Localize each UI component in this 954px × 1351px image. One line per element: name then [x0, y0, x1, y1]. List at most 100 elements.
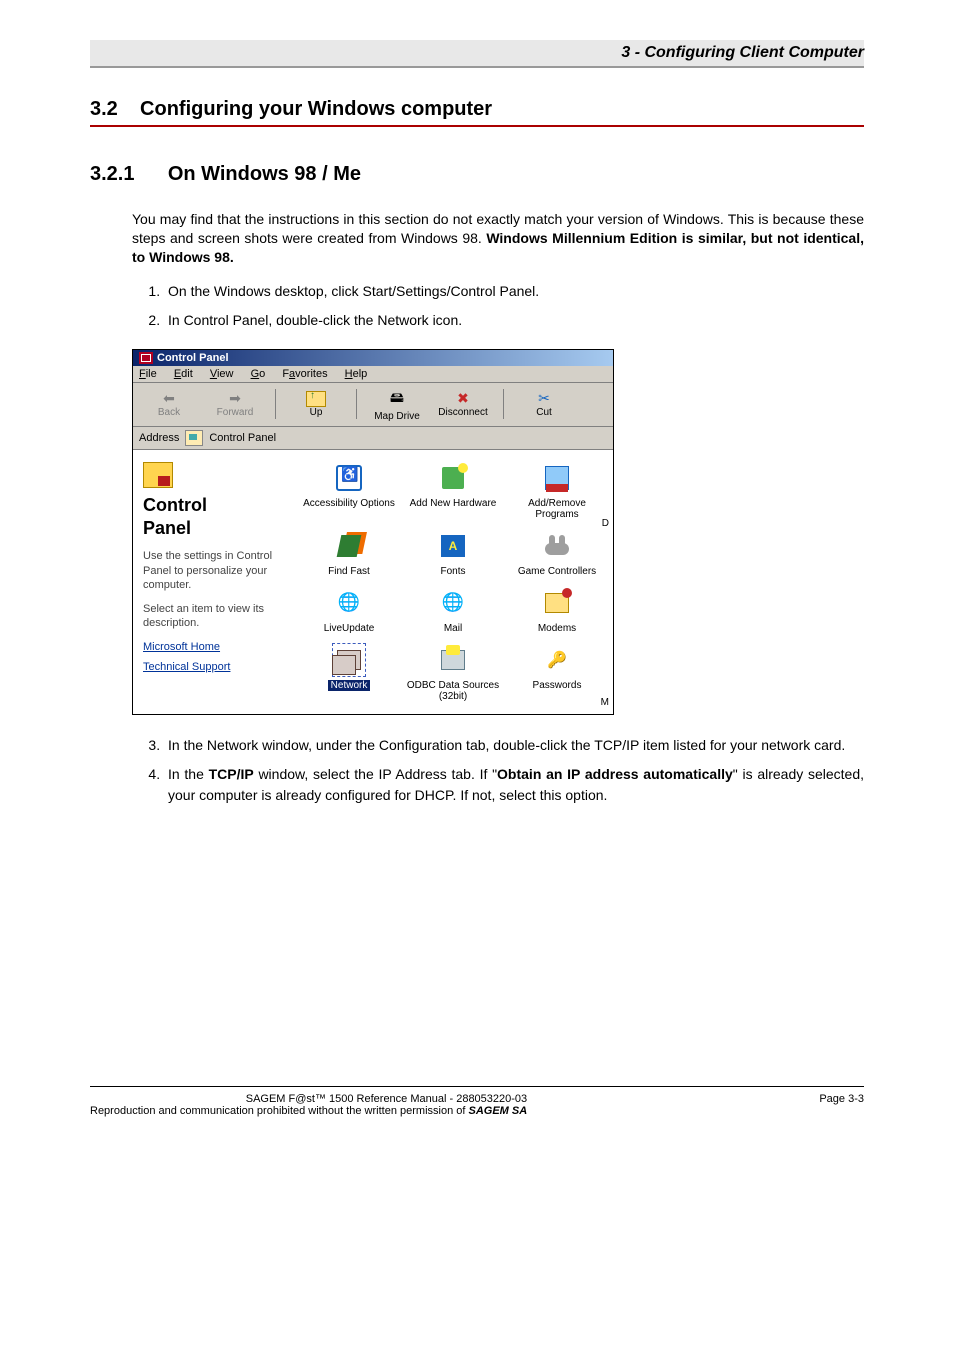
item-fonts[interactable]: A Fonts [403, 528, 503, 579]
item-label: Add New Hardware [410, 498, 497, 509]
back-button[interactable]: ⬅ Back [139, 390, 199, 418]
titlebar-text: Control Panel [157, 352, 229, 364]
item-label: Passwords [533, 680, 582, 691]
link-technical-support[interactable]: Technical Support [143, 661, 283, 673]
intro-paragraph: You may find that the instructions in th… [90, 210, 864, 267]
mail-icon [441, 592, 465, 614]
link-microsoft-home[interactable]: Microsoft Home [143, 641, 283, 653]
left-pane: Control Panel Use the settings in Contro… [133, 450, 293, 714]
disconnect-button[interactable]: ✖ Disconnect [433, 390, 493, 418]
titlebar[interactable]: Control Panel [133, 350, 613, 366]
menu-favorites[interactable]: Favorites [282, 368, 327, 380]
item-accessibility-options[interactable]: Accessibility Options [299, 460, 399, 522]
footer-page-number: Page 3-3 [819, 1093, 864, 1117]
control-panel-folder-icon [143, 462, 173, 488]
item-label: Add/Remove Programs [509, 498, 605, 520]
item-network[interactable]: Network [299, 642, 399, 704]
liveupdate-icon [337, 592, 361, 614]
item-label: LiveUpdate [324, 623, 375, 634]
map-drive-icon: 🖴 [390, 387, 404, 411]
add-remove-icon [545, 466, 569, 490]
running-title: 3 - Configuring Client Computer [621, 44, 864, 62]
section-number: 3.2 [90, 98, 118, 120]
toolbar-separator-3 [503, 389, 504, 419]
item-add-remove-programs[interactable]: Add/Remove Programs [507, 460, 607, 522]
footer-legal: Reproduction and communication prohibite… [90, 1105, 527, 1117]
cut-button[interactable]: ✂ Cut [514, 390, 574, 418]
item-modems[interactable]: Modems [507, 585, 607, 636]
item-liveupdate[interactable]: LiveUpdate [299, 585, 399, 636]
cropped-edge-m: M [601, 697, 609, 708]
menu-help[interactable]: Help [345, 368, 368, 380]
disconnect-label: Disconnect [438, 407, 487, 418]
scissors-icon: ✂ [538, 390, 550, 407]
modems-icon [545, 593, 569, 613]
step-3: In the Network window, under the Configu… [164, 735, 864, 756]
item-add-new-hardware[interactable]: Add New Hardware [403, 460, 503, 522]
toolbar: ⬅ Back ➡ Forward ↑ Up 🖴 Map Drive ✖ Disc… [133, 383, 613, 427]
add-hardware-icon [442, 467, 464, 489]
item-label: Fonts [440, 566, 465, 577]
page-footer: SAGEM F@st™ 1500 Reference Manual - 2880… [90, 1086, 864, 1117]
section-title-text: Configuring your Windows computer [140, 98, 492, 120]
address-value[interactable]: Control Panel [209, 432, 276, 444]
address-folder-icon [185, 430, 203, 446]
steps-list-bottom: In the Network window, under the Configu… [90, 735, 864, 806]
item-passwords[interactable]: Passwords [507, 642, 607, 704]
toolbar-separator-2 [356, 389, 357, 419]
page-header: 3 - Configuring Client Computer [90, 40, 864, 68]
back-label: Back [158, 407, 180, 418]
control-panel-window: Control Panel File Edit View Go Favorite… [132, 349, 614, 715]
address-label: Address [139, 432, 179, 444]
item-odbc[interactable]: ODBC Data Sources (32bit) [403, 642, 503, 704]
odbc-icon [441, 650, 465, 670]
forward-button[interactable]: ➡ Forward [205, 390, 265, 418]
step-1: On the Windows desktop, click Start/Sett… [164, 281, 864, 302]
item-label: Find Fast [328, 566, 370, 577]
step-4-tcpip-bold: TCP/IP [209, 766, 254, 782]
game-controllers-icon [545, 543, 569, 555]
cropped-edge-d: D [602, 518, 609, 529]
menu-file[interactable]: File [139, 368, 157, 380]
step-2: In Control Panel, double-click the Netwo… [164, 310, 864, 331]
accessibility-icon [336, 465, 362, 491]
menu-view[interactable]: View [210, 368, 234, 380]
step-4-obtain-bold: Obtain an IP address automatically [497, 766, 733, 782]
cut-label: Cut [536, 407, 552, 418]
map-drive-label: Map Drive [374, 411, 420, 422]
icon-grid: Accessibility Options Add New Hardware A… [293, 450, 613, 714]
step-4-part-a: In the [168, 766, 209, 782]
subsection-heading: 3.2.1 On Windows 98 / Me [90, 163, 864, 186]
forward-arrow-icon: ➡ [229, 390, 241, 407]
step-4-part-c: window, select the IP Address tab. If " [254, 766, 497, 782]
address-bar: Address Control Panel [133, 427, 613, 450]
footer-ref: SAGEM F@st™ 1500 Reference Manual - 2880… [90, 1093, 527, 1105]
item-label: ODBC Data Sources (32bit) [405, 680, 501, 702]
forward-label: Forward [217, 407, 254, 418]
pane-description: Use the settings in Control Panel to per… [143, 549, 283, 592]
up-button[interactable]: ↑ Up [286, 391, 346, 418]
menu-edit[interactable]: Edit [174, 368, 193, 380]
disconnect-icon: ✖ [457, 390, 469, 407]
section-heading: 3.2 Configuring your Windows computer [90, 98, 864, 121]
item-label: Modems [538, 623, 576, 634]
menu-go[interactable]: Go [251, 368, 266, 380]
item-find-fast[interactable]: Find Fast [299, 528, 399, 579]
network-icon [337, 650, 361, 670]
item-label: Network [328, 680, 371, 691]
item-mail[interactable]: Mail [403, 585, 503, 636]
subsection-title-text: On Windows 98 / Me [168, 163, 361, 185]
section-rule [90, 125, 864, 127]
system-menu-icon[interactable] [139, 352, 153, 364]
up-folder-icon: ↑ [306, 391, 326, 407]
map-drive-button[interactable]: 🖴 Map Drive [367, 387, 427, 422]
window-body: Control Panel Use the settings in Contro… [133, 450, 613, 714]
fonts-icon: A [441, 535, 465, 557]
item-label: Accessibility Options [303, 498, 395, 509]
subsection-number: 3.2.1 [90, 163, 134, 185]
item-label: Mail [444, 623, 462, 634]
pane-description-2: Select an item to view its description. [143, 602, 283, 631]
item-game-controllers[interactable]: Game Controllers [507, 528, 607, 579]
footer-legal-text: Reproduction and communication prohibite… [90, 1105, 468, 1117]
step-4: In the TCP/IP window, select the IP Addr… [164, 764, 864, 806]
